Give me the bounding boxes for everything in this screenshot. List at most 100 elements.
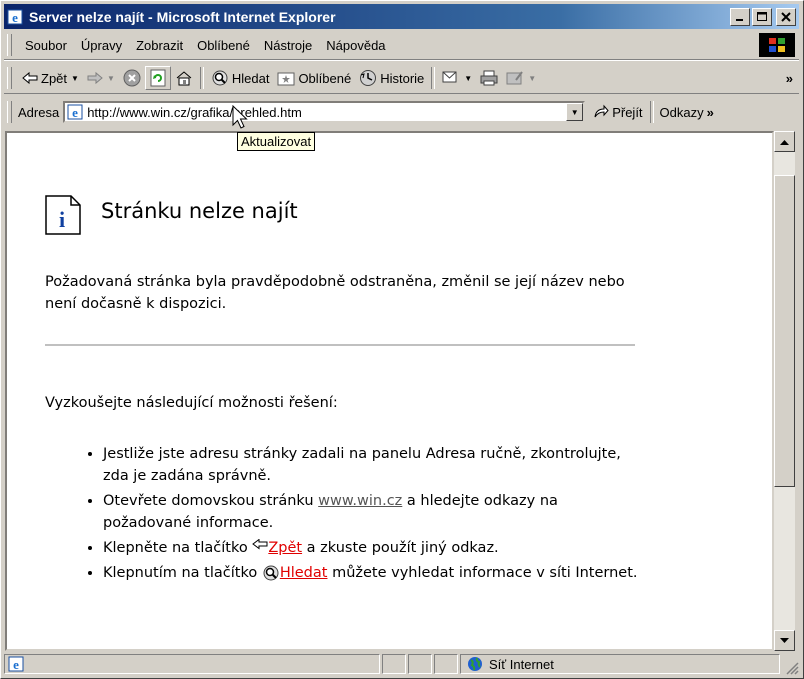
address-bar: Adresa e http://www.win.cz/grafika/prehl… bbox=[4, 97, 799, 127]
home-link[interactable]: www.win.cz bbox=[318, 493, 402, 509]
windows-logo-icon bbox=[759, 33, 795, 57]
stop-icon bbox=[123, 69, 141, 87]
list-item: Otevřete domovskou stránku www.win.cz a … bbox=[103, 490, 645, 534]
menu-zobrazit[interactable]: Zobrazit bbox=[129, 38, 190, 53]
vertical-scrollbar[interactable] bbox=[774, 131, 795, 651]
mail-dropdown-icon[interactable]: ▼ bbox=[464, 74, 472, 83]
toolbar-separator bbox=[649, 101, 654, 123]
address-input[interactable]: e http://www.win.cz/grafika/prehled.htm … bbox=[63, 101, 586, 123]
search-button[interactable]: Hledat bbox=[207, 66, 274, 90]
minimize-icon bbox=[736, 18, 743, 21]
back-arrow-icon bbox=[22, 71, 38, 85]
links-label[interactable]: Odkazy bbox=[657, 105, 707, 120]
svg-text:e: e bbox=[72, 105, 78, 120]
page-heading: Stránku nelze najít bbox=[101, 199, 298, 223]
back-button[interactable]: Zpět ▼ bbox=[18, 66, 83, 90]
stop-button[interactable] bbox=[119, 66, 145, 90]
address-label: Adresa bbox=[18, 104, 60, 120]
refresh-button[interactable] bbox=[144, 66, 171, 90]
menu-upravy[interactable]: Úpravy bbox=[74, 38, 129, 53]
status-zone-pane: Síť Internet bbox=[460, 654, 780, 674]
home-icon bbox=[176, 71, 192, 86]
standard-toolbar: Zpět ▼ ▼ Hledat Oblíbené Historie ▼ ▼ » bbox=[4, 63, 799, 94]
search-label: Hledat bbox=[231, 70, 270, 86]
globe-icon bbox=[468, 657, 482, 671]
page-icon: e bbox=[67, 104, 83, 120]
mouse-cursor-icon bbox=[232, 105, 248, 129]
edit-icon bbox=[506, 71, 524, 85]
forward-dropdown-icon[interactable]: ▼ bbox=[107, 74, 115, 83]
print-button[interactable] bbox=[476, 66, 502, 90]
go-label: Přejít bbox=[612, 104, 643, 120]
menu-napoveda[interactable]: Nápověda bbox=[319, 38, 392, 53]
svg-text:e: e bbox=[13, 657, 19, 672]
back-link[interactable]: Zpět bbox=[268, 540, 302, 556]
maximize-button[interactable] bbox=[752, 7, 772, 26]
edit-button[interactable]: ▼ bbox=[502, 66, 540, 90]
status-pane bbox=[408, 654, 432, 674]
back-dropdown-icon[interactable]: ▼ bbox=[71, 74, 79, 83]
menu-bar: Soubor Úpravy Zobrazit Oblíbené Nástroje… bbox=[4, 31, 799, 60]
svg-text:e: e bbox=[12, 10, 18, 25]
status-pane bbox=[434, 654, 458, 674]
address-url: http://www.win.cz/grafika/prehled.htm bbox=[87, 104, 302, 120]
minimize-button[interactable] bbox=[730, 7, 750, 26]
info-icon: i bbox=[45, 195, 81, 235]
menu-nastroje[interactable]: Nástroje bbox=[257, 38, 319, 53]
toolbar-grip[interactable] bbox=[7, 67, 12, 89]
menu-soubor[interactable]: Soubor bbox=[18, 38, 74, 53]
browser-window: e Server nelze najít - Microsoft Interne… bbox=[0, 0, 804, 679]
ie-logo-icon: e bbox=[7, 9, 23, 25]
page-content: i Stránku nelze najít Požadovaná stránka… bbox=[5, 131, 774, 651]
refresh-icon bbox=[150, 69, 166, 87]
arrow-down-icon bbox=[780, 637, 789, 643]
refresh-tooltip: Aktualizovat bbox=[237, 132, 316, 151]
print-icon bbox=[480, 70, 498, 86]
scroll-down-button[interactable] bbox=[774, 630, 795, 651]
scroll-up-button[interactable] bbox=[774, 131, 795, 152]
page-status-icon: e bbox=[8, 656, 24, 672]
links-overflow[interactable]: » bbox=[707, 105, 714, 120]
go-button[interactable]: Přejít bbox=[589, 100, 646, 124]
favorites-button[interactable]: Oblíbené bbox=[273, 66, 355, 90]
close-button[interactable] bbox=[776, 7, 796, 26]
list-item: Jestliže jste adresu stránky zadali na p… bbox=[103, 443, 645, 487]
mail-button[interactable]: ▼ bbox=[438, 66, 476, 90]
suggestions-list: Jestliže jste adresu stránky zadali na p… bbox=[45, 443, 645, 587]
addressbar-grip[interactable] bbox=[7, 101, 12, 123]
history-label: Historie bbox=[380, 70, 425, 86]
suggestions-intro: Vyzkoušejte následující možnosti řešení: bbox=[45, 395, 338, 411]
search-icon bbox=[212, 70, 228, 86]
dropdown-arrow-icon: ▼ bbox=[570, 107, 579, 117]
address-dropdown-button[interactable]: ▼ bbox=[566, 103, 584, 121]
title-bar[interactable]: e Server nelze najít - Microsoft Interne… bbox=[4, 4, 799, 29]
menu-oblibene[interactable]: Oblíbené bbox=[190, 38, 257, 53]
status-zone: Síť Internet bbox=[489, 656, 554, 672]
scroll-thumb[interactable] bbox=[774, 175, 795, 487]
back-arrow-icon bbox=[252, 538, 268, 550]
mail-icon bbox=[442, 71, 457, 83]
go-arrow-icon bbox=[594, 104, 609, 118]
divider bbox=[45, 344, 635, 346]
maximize-icon bbox=[757, 11, 767, 21]
forward-button[interactable]: ▼ bbox=[83, 66, 119, 90]
search-link[interactable]: Hledat bbox=[280, 565, 328, 581]
status-bar: e Síť Internet bbox=[4, 653, 799, 675]
home-button[interactable] bbox=[171, 66, 197, 90]
edit-dropdown-icon[interactable]: ▼ bbox=[528, 74, 536, 83]
favorites-folder-icon bbox=[277, 72, 295, 86]
window-title: Server nelze najít - Microsoft Internet … bbox=[29, 8, 336, 25]
menubar-grip[interactable] bbox=[7, 34, 12, 56]
toolbar-separator bbox=[431, 67, 436, 89]
svg-text:i: i bbox=[59, 207, 65, 232]
list-item: Klepněte na tlačítko Zpět a zkuste použí… bbox=[103, 537, 645, 559]
resize-grip-icon[interactable] bbox=[785, 661, 799, 675]
close-icon bbox=[781, 11, 791, 22]
list-item: Klepnutím na tlačítko Hledat můžete vyhl… bbox=[103, 562, 645, 584]
error-paragraph: Požadovaná stránka byla pravděpodobně od… bbox=[45, 274, 625, 312]
arrow-up-icon bbox=[780, 139, 789, 145]
favorites-label: Oblíbené bbox=[298, 70, 352, 86]
history-button[interactable]: Historie bbox=[355, 66, 428, 90]
toolbar-overflow[interactable]: » bbox=[786, 71, 793, 86]
history-icon bbox=[360, 70, 377, 86]
